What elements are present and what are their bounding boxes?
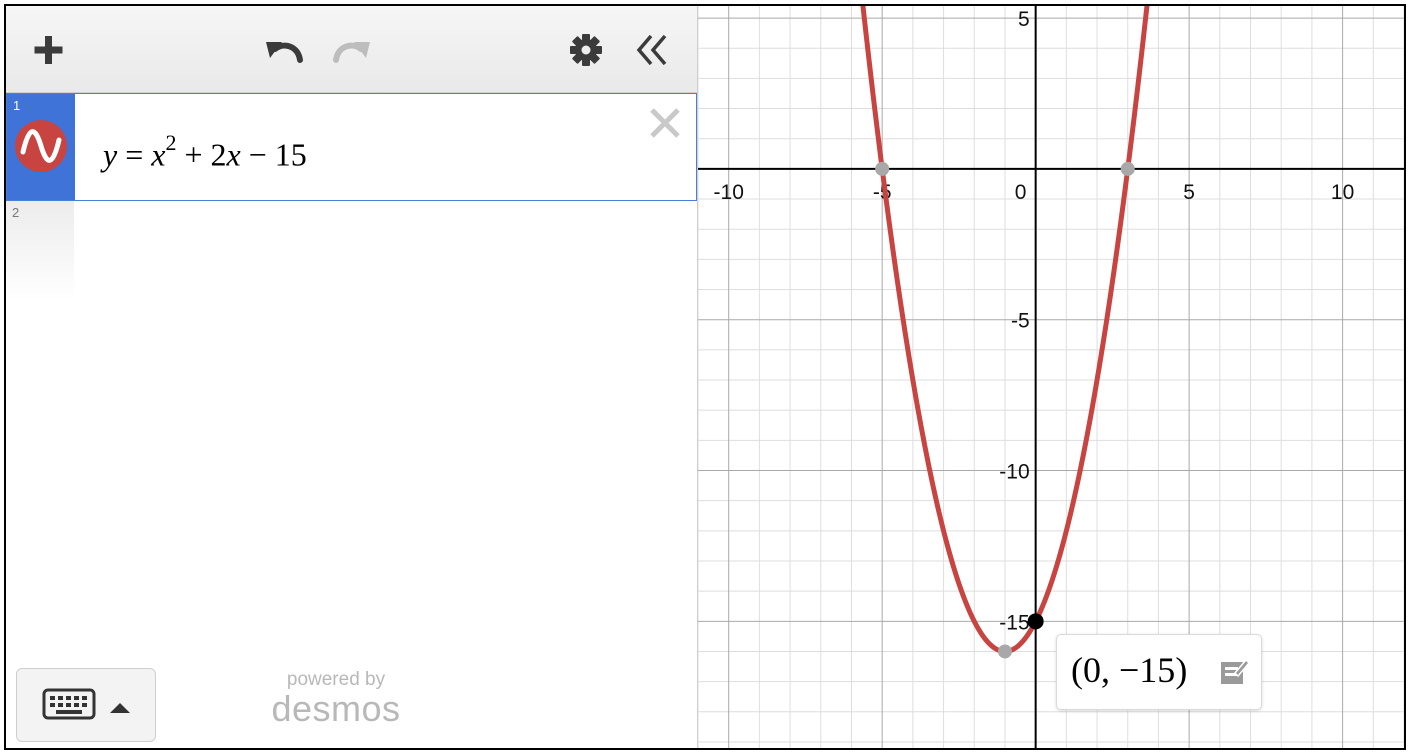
y-tick-label: -15 [999, 611, 1029, 634]
y-tick-label: -10 [999, 461, 1029, 484]
vertex-point[interactable] [997, 644, 1012, 659]
math-constant: 15 [274, 136, 307, 173]
graph-paper[interactable]: -10 -5 0 5 10 5 -5 -10 -15 [697, 6, 1404, 748]
expression-tab[interactable]: 1 [7, 94, 75, 200]
y-tick-label: -5 [1011, 310, 1030, 333]
expression-toolbar [6, 6, 697, 93]
powered-by-desmos[interactable]: powered by desmos [256, 670, 416, 728]
y-intercept-point[interactable] [1027, 613, 1044, 630]
desmos-calculator: 1 y = x2 + 2x − 15 2 powered by desmos -… [4, 4, 1406, 750]
undo-button[interactable] [262, 30, 303, 70]
collapse-panel-button[interactable] [633, 30, 673, 70]
expression-tab[interactable]: 2 [6, 201, 74, 301]
axes [698, 6, 1404, 748]
minor-gridlines [697, 6, 1404, 748]
math-op-minus: − [248, 136, 267, 173]
x-tick-label: 10 [1331, 181, 1354, 204]
tick-labels: -10 -5 0 5 10 5 -5 -10 -15 [714, 8, 1355, 634]
add-item-button[interactable] [29, 30, 69, 70]
expression-number: 1 [13, 98, 21, 113]
undo-icon [266, 42, 303, 63]
expression-item-empty[interactable]: 2 [6, 201, 697, 301]
powered-by-text: powered by [286, 669, 386, 690]
math-lhs: y [103, 136, 118, 173]
desmos-logo: desmos [271, 688, 401, 729]
double-chevron-left-icon [636, 34, 667, 66]
math-base: x [151, 136, 166, 173]
coordinate-x: 0 [1083, 650, 1101, 690]
math-op-plus: + [184, 136, 203, 173]
x-tick-label: 5 [1183, 181, 1195, 204]
redo-button[interactable] [330, 30, 370, 70]
coordinate-separator: , [1101, 650, 1110, 690]
edit-label-icon[interactable] [1219, 657, 1249, 687]
coordinate-text: (0, −15) [1071, 649, 1187, 691]
expression-input[interactable]: y = x2 + 2x − 15 [103, 130, 307, 174]
math-coef: 2 [210, 136, 227, 173]
settings-button[interactable] [566, 30, 606, 70]
graph-canvas[interactable]: -10 -5 0 5 10 5 -5 -10 -15 [697, 6, 1404, 748]
keyboard-toggle-button[interactable] [16, 668, 156, 742]
keyboard-icon [42, 688, 96, 720]
major-gridlines [698, 6, 1404, 748]
close-icon [650, 108, 680, 138]
expression-item[interactable]: 1 y = x2 + 2x − 15 [6, 93, 697, 201]
x-intercept-point[interactable] [1120, 161, 1135, 176]
plus-icon [34, 36, 63, 64]
y-tick-label: 5 [1018, 8, 1030, 31]
math-exponent: 2 [165, 130, 177, 155]
gear-icon [570, 34, 602, 66]
expression-panel: 1 y = x2 + 2x − 15 2 powered by desmos [6, 6, 698, 748]
paren-open: ( [1071, 650, 1083, 690]
triangle-up-icon [110, 703, 130, 713]
expression-number: 2 [12, 205, 20, 220]
x-tick-label: 0 [1015, 181, 1027, 204]
math-var: x [226, 136, 241, 173]
x-tick-label: -10 [714, 181, 744, 204]
delete-expression-button[interactable] [648, 106, 682, 140]
point-coordinate-label[interactable]: (0, −15) [1056, 634, 1262, 710]
coordinate-y: −15 [1119, 650, 1176, 690]
x-intercept-point[interactable] [875, 161, 890, 176]
paren-close: ) [1175, 650, 1188, 690]
sine-wave-icon[interactable] [15, 120, 67, 172]
redo-icon [333, 42, 370, 63]
math-equals: = [125, 136, 144, 173]
